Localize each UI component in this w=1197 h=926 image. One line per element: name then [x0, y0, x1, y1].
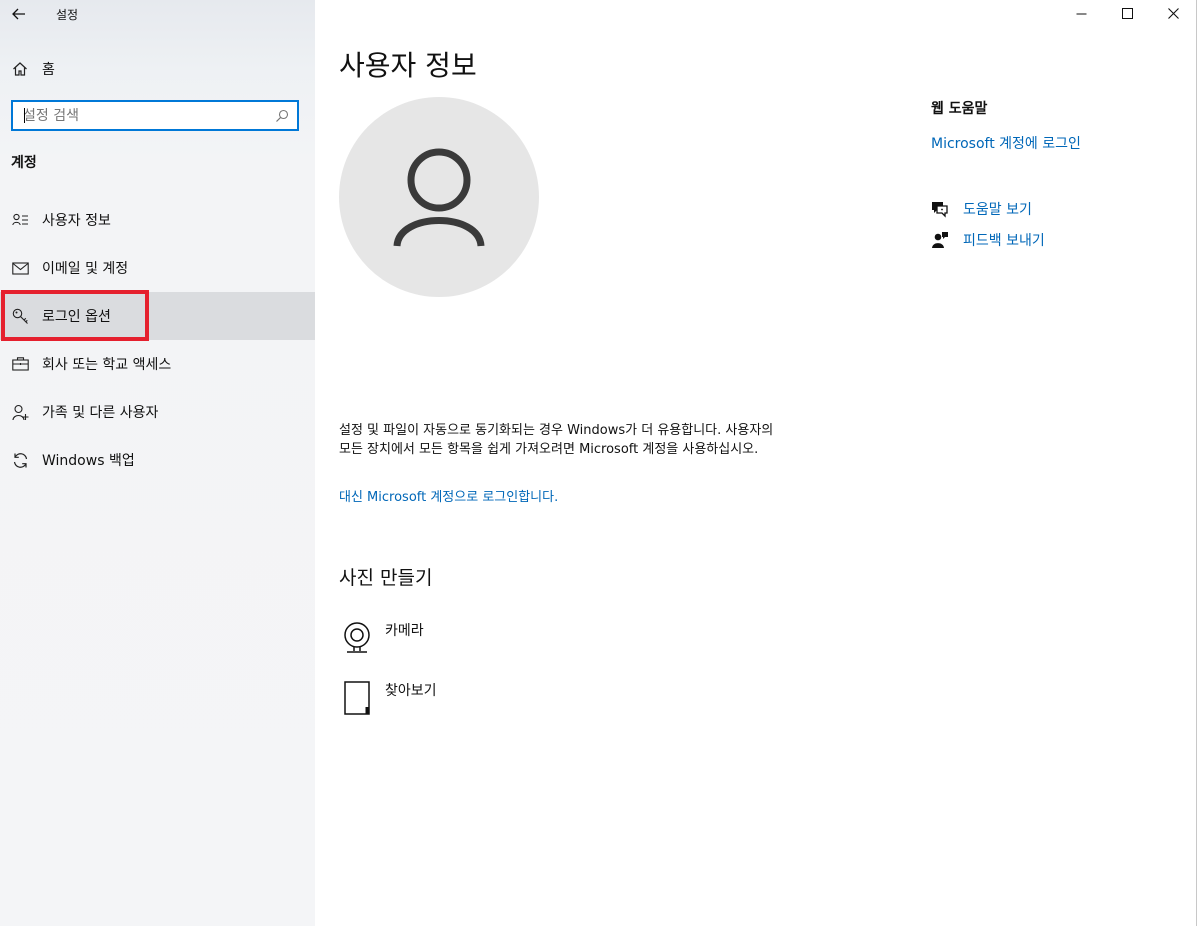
title-bar: 설정 [0, 0, 315, 28]
send-feedback-link[interactable]: 피드백 보내기 [929, 230, 1045, 250]
key-icon [11, 307, 29, 325]
search-input[interactable] [23, 107, 275, 124]
user-avatar-icon [393, 148, 485, 247]
user-info-icon [11, 211, 29, 229]
feedback-icon [929, 230, 949, 250]
back-arrow-icon [12, 8, 25, 20]
section-title: 계정 [11, 155, 37, 171]
mail-icon [11, 259, 29, 277]
home-label: 홈 [42, 62, 55, 78]
text-caret [24, 108, 25, 123]
nav-label: 이메일 및 계정 [42, 261, 129, 277]
close-button[interactable] [1150, 0, 1196, 26]
nav-item-windows-backup[interactable]: Windows 백업 [0, 436, 315, 484]
browse-option[interactable]: 찾아보기 [339, 680, 539, 728]
browse-file-icon [339, 680, 375, 716]
settings-window: 설정 홈 계정 [0, 0, 1197, 926]
microsoft-signin-link[interactable]: 대신 Microsoft 계정으로 로그인합니다. [339, 486, 558, 505]
home-nav-item[interactable]: 홈 [0, 52, 315, 86]
maximize-button[interactable] [1104, 0, 1150, 26]
minimize-button[interactable] [1058, 0, 1104, 26]
nav-label: Windows 백업 [42, 453, 135, 469]
sync-icon [11, 451, 29, 469]
nav-item-email-accounts[interactable]: 이메일 및 계정 [0, 244, 315, 292]
get-help-label: 도움말 보기 [963, 202, 1032, 218]
nav-item-signin-options[interactable]: 로그인 옵션 [0, 292, 315, 340]
sync-info-text: 설정 및 파일이 자동으로 동기화되는 경우 Windows가 더 유용합니다.… [339, 423, 774, 457]
get-help-link[interactable]: 도움말 보기 [929, 199, 1032, 219]
nav-item-user-info[interactable]: 사용자 정보 [0, 196, 315, 244]
camera-option[interactable]: 카메라 [339, 620, 539, 668]
sidebar: 설정 홈 계정 [0, 0, 315, 926]
camera-label: 카메라 [385, 623, 424, 639]
send-feedback-label: 피드백 보내기 [963, 233, 1045, 249]
microsoft-account-link[interactable]: Microsoft 계정에 로그인 [931, 133, 1081, 153]
back-button[interactable] [0, 1, 38, 27]
nav-label: 로그인 옵션 [42, 309, 111, 325]
nav-label: 회사 또는 학교 액세스 [42, 357, 172, 373]
page-title: 사용자 정보 [339, 49, 477, 82]
avatar [339, 97, 539, 297]
web-help-title: 웹 도움말 [931, 101, 988, 117]
search-icon[interactable] [275, 109, 289, 123]
close-icon [1167, 7, 1179, 19]
maximize-icon [1121, 7, 1133, 19]
webcam-icon [339, 620, 375, 656]
nav-label: 가족 및 다른 사용자 [42, 405, 159, 421]
browse-label: 찾아보기 [385, 683, 437, 699]
nav-item-work-school[interactable]: 회사 또는 학교 액세스 [0, 340, 315, 388]
help-chat-icon [929, 199, 949, 219]
window-controls [1058, 0, 1196, 26]
home-icon [13, 62, 27, 76]
nav-item-family-users[interactable]: 가족 및 다른 사용자 [0, 388, 315, 436]
nav-label: 사용자 정보 [42, 213, 111, 229]
person-add-icon [11, 403, 29, 421]
nav-list: 사용자 정보 이메일 및 계정 로그인 옵션 회사 또는 학교 액세스 가족 및… [0, 196, 315, 484]
minimize-icon [1076, 13, 1086, 14]
briefcase-icon [11, 355, 29, 373]
app-title: 설정 [56, 7, 79, 22]
photo-section-title: 사진 만들기 [339, 567, 433, 589]
search-box[interactable] [11, 100, 299, 131]
